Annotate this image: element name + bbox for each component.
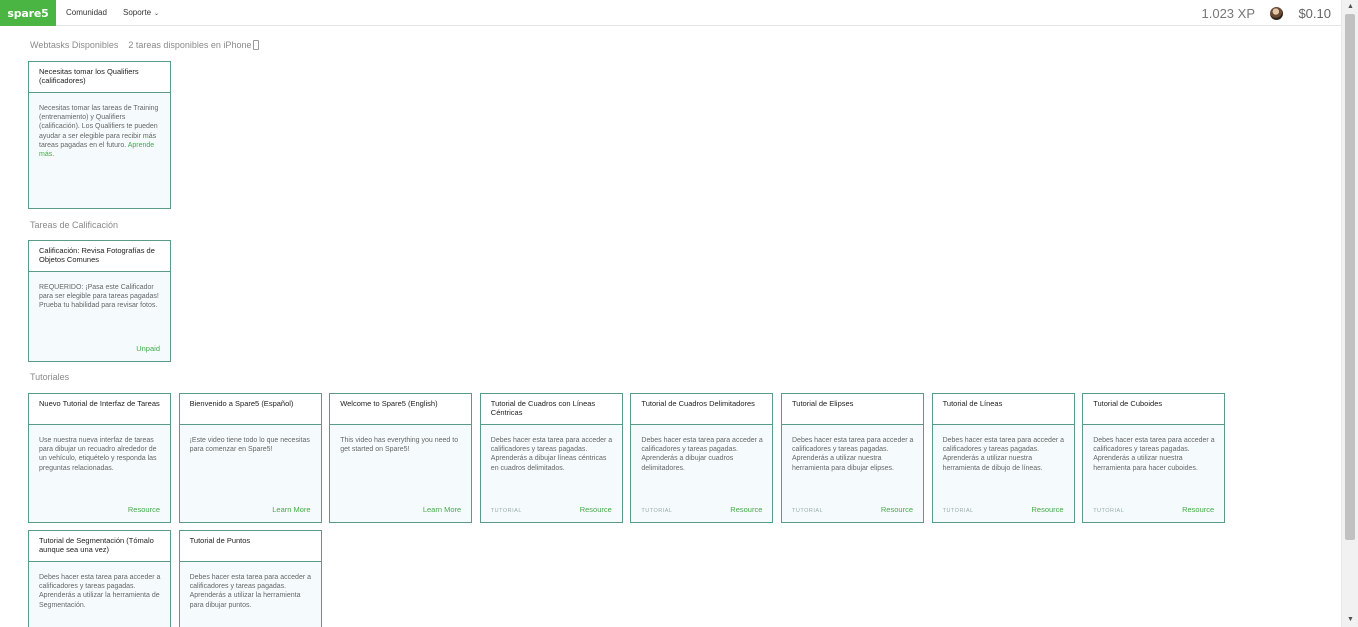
card-footer: Learn More	[190, 504, 310, 514]
tutorial-card[interactable]: Tutorial de Cuadros Delimitadores Debes h…	[630, 393, 774, 523]
card-description: Debes hacer esta tarea para acceder a ca…	[39, 574, 161, 609]
card-footer: TUTORIAL Resource	[792, 504, 913, 514]
tutorial-tag: TUTORIAL	[1093, 508, 1125, 514]
card-description: Debes hacer esta tarea para acceder a ca…	[942, 437, 1064, 472]
webtasks-section-heading: Webtasks Disponibles 2 tareas disponibles…	[30, 40, 260, 50]
card-description: This video has everything you need to ge…	[340, 437, 459, 454]
qualifiers-card[interactable]: Necesitas tomar los Qualifiers (califica…	[28, 61, 171, 209]
card-title: Necesitas tomar los Qualifiers (califica…	[29, 62, 170, 93]
tutorial-card[interactable]: Tutorial de Segmentación (Tómalo aunque …	[28, 530, 171, 627]
card-title: Tutorial de Elipses	[782, 394, 923, 425]
card-footer: TUTORIAL Resource	[1093, 504, 1214, 514]
card-description: Debes hacer esta tarea para acceder a ca…	[490, 437, 613, 472]
tutorial-tag: TUTORIAL	[641, 508, 673, 514]
chevron-down-icon: ⌄	[154, 11, 160, 17]
avatar[interactable]	[1270, 7, 1283, 20]
tutorial-card[interactable]: Welcome to Spare5 (English) This video ha…	[329, 393, 473, 523]
card-description: Necesitas tomar las tareas de Training (…	[29, 93, 170, 159]
card-title: Tutorial de Cuboides	[1083, 394, 1225, 425]
card-description: ¡Este video tiene todo lo que necesitas …	[189, 437, 310, 454]
resource-link[interactable]: Learn More	[423, 505, 461, 514]
card-title: Tutorial de Cuadros Delimitadores	[631, 394, 773, 425]
tutorial-tag: TUTORIAL	[942, 508, 974, 514]
scroll-down-arrow-icon[interactable]: ▼	[1342, 613, 1358, 627]
card-footer: Resource	[39, 504, 160, 514]
card-description: Debes hacer esta tarea para acceder a ca…	[1093, 437, 1215, 472]
card-description: Debes hacer esta tarea para acceder a ca…	[189, 574, 311, 609]
scroll-up-arrow-icon[interactable]: ▲	[1342, 0, 1358, 14]
scroll-thumb[interactable]	[1345, 14, 1355, 540]
card-description: Use nuestra nueva interfaz de tareas par…	[39, 437, 157, 472]
resource-link[interactable]: Resource	[1031, 505, 1063, 514]
tutorial-card[interactable]: Tutorial de Líneas Debes hacer esta tarea…	[931, 393, 1075, 523]
resource-link[interactable]: Resource	[1182, 505, 1214, 514]
webtasks-title: Webtasks Disponibles	[30, 40, 119, 50]
card-title: Calificación: Revisa Fotografías de Obje…	[29, 241, 170, 272]
card-title: Tutorial de Segmentación (Tómalo aunque …	[29, 531, 170, 562]
iphone-tasks-note[interactable]: 2 tareas disponibles en iPhone	[128, 40, 251, 50]
tutorial-card[interactable]: Tutorial de Elipses Debes hacer esta tare…	[781, 393, 924, 523]
tutorial-card[interactable]: Tutorial de Cuadros con Líneas Céntricas…	[479, 393, 623, 523]
tutorial-card[interactable]: Tutorial de Cuboides Debes hacer esta tar…	[1082, 393, 1226, 523]
tutorials-section-heading: Tutoriales	[30, 372, 70, 382]
qualification-section-heading: Tareas de Calificación	[30, 220, 119, 230]
card-description: Debes hacer esta tarea para acceder a ca…	[641, 437, 763, 472]
balance-display[interactable]: $0.10	[1298, 0, 1331, 26]
spare5-logo[interactable]: spare5	[0, 0, 56, 26]
card-footer: TUTORIAL Resource	[943, 504, 1064, 514]
vertical-scrollbar[interactable]: ▲ ▼	[1341, 0, 1358, 627]
card-title: Tutorial de Cuadros con Líneas Céntricas	[480, 394, 622, 425]
unpaid-label: Unpaid	[136, 344, 160, 353]
tutorial-tag: TUTORIAL	[792, 508, 824, 514]
card-footer: Unpaid	[39, 343, 160, 353]
card-title: Tutorial de Líneas	[932, 394, 1074, 425]
tutorial-card[interactable]: Nuevo Tutorial de Interfaz de Tareas Use …	[28, 393, 171, 523]
resource-link[interactable]: Resource	[881, 505, 913, 514]
resource-link[interactable]: Resource	[128, 505, 160, 514]
resource-link[interactable]: Learn More	[272, 505, 310, 514]
card-title: Tutorial de Puntos	[179, 531, 321, 562]
nav-support-label: Soporte	[123, 8, 152, 17]
resource-link[interactable]: Resource	[580, 505, 612, 514]
nav-community-link[interactable]: Comunidad	[66, 0, 107, 26]
top-navbar: spare5 Comunidad Soporte ⌄ 1.023 XP $0.10	[0, 0, 1341, 26]
card-title: Nuevo Tutorial de Interfaz de Tareas	[29, 394, 170, 425]
card-title: Bienvenido a Spare5 (Español)	[179, 394, 321, 425]
qualification-card[interactable]: Calificación: Revisa Fotografías de Obje…	[28, 240, 171, 362]
phone-icon	[253, 40, 260, 50]
tutorial-tag: TUTORIAL	[490, 508, 522, 514]
tutorial-card[interactable]: Tutorial de Puntos Debes hacer esta tarea…	[178, 530, 322, 627]
tutorial-card[interactable]: Bienvenido a Spare5 (Español) ¡Este video…	[178, 393, 322, 523]
card-footer: TUTORIAL Resource	[491, 504, 612, 514]
card-description: Debes hacer esta tarea para acceder a ca…	[792, 437, 914, 472]
card-footer: Learn More	[340, 504, 461, 514]
nav-support-dropdown[interactable]: Soporte ⌄	[123, 0, 159, 26]
xp-counter: 1.023 XP	[1201, 6, 1256, 21]
card-footer: TUTORIAL Resource	[641, 504, 762, 514]
resource-link[interactable]: Resource	[730, 505, 762, 514]
card-title: Welcome to Spare5 (English)	[330, 394, 472, 425]
card-description: REQUERIDO: ¡Pasa este Calificador para s…	[39, 284, 159, 310]
